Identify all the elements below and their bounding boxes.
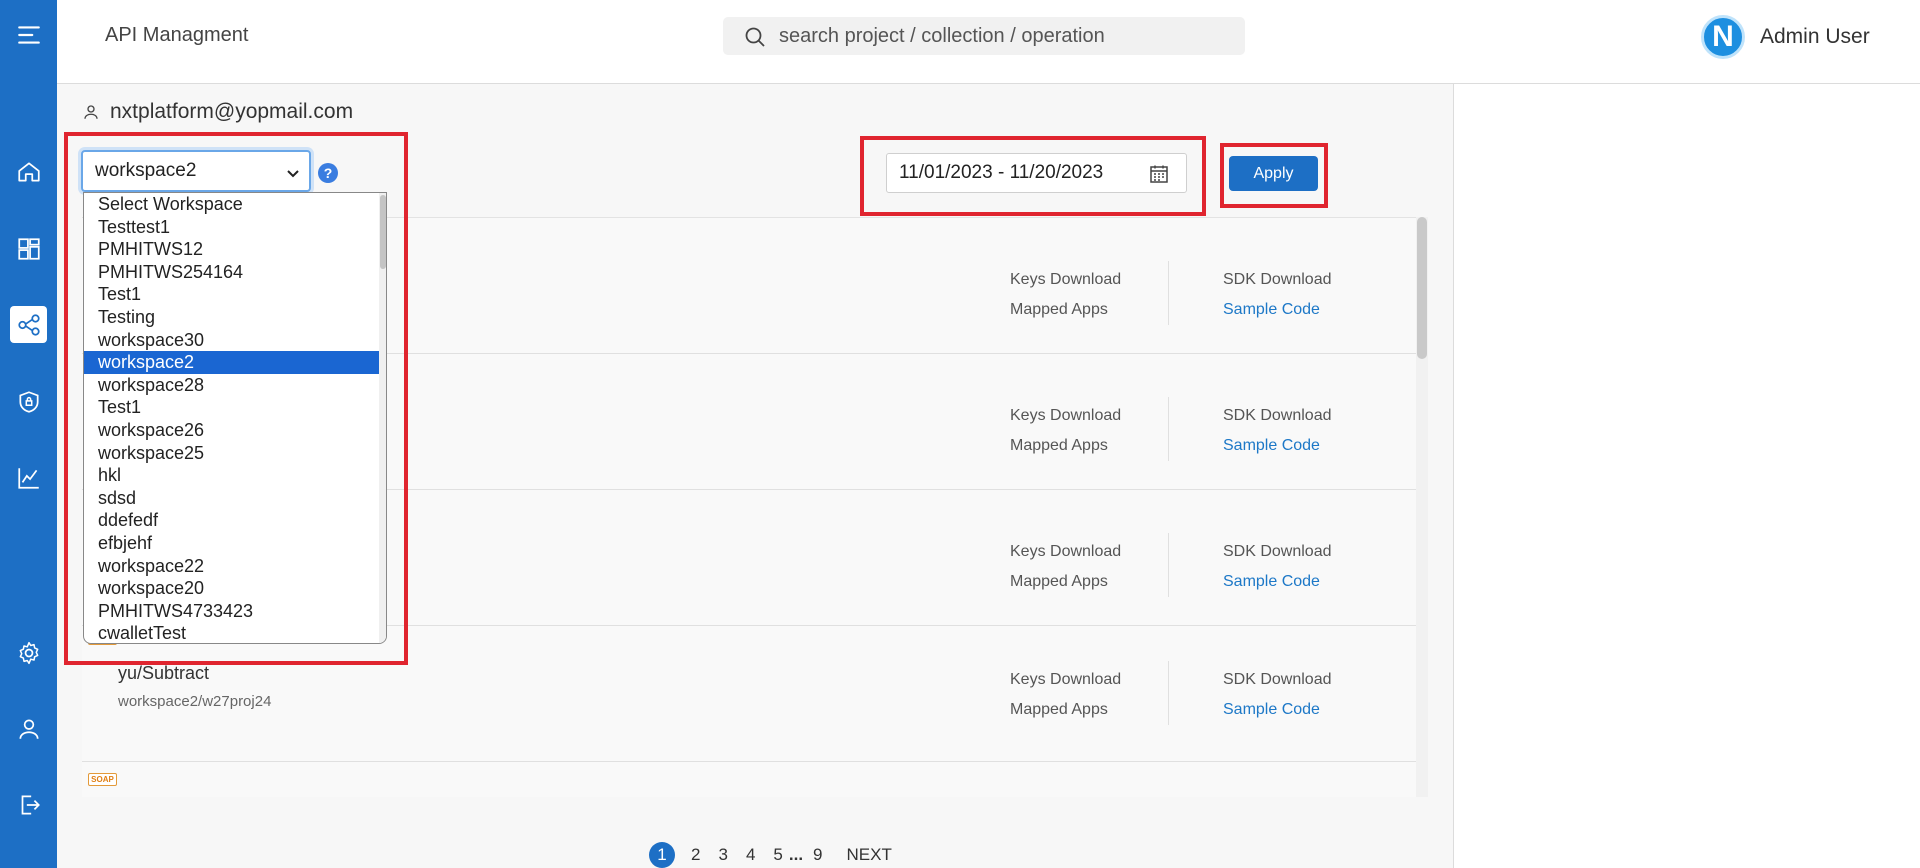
sdk-download-link[interactable]: SDK Download [1223,407,1332,425]
right-panel [1453,84,1920,868]
operation-path: workspace2/w27proj24 [118,693,272,710]
account-email-row: nxtplatform@yopmail.com [82,100,353,124]
mapped-apps-link[interactable]: Mapped Apps [1010,701,1108,719]
sidebar-item-home[interactable] [10,153,47,190]
dashboard-icon [17,237,40,260]
sample-code-link[interactable]: Sample Code [1223,701,1320,719]
sidebar-item-api[interactable] [10,306,47,343]
analytics-icon [17,467,39,489]
logout-icon [21,794,40,815]
mapped-apps-link[interactable]: Mapped Apps [1010,437,1108,455]
keys-download-link[interactable]: Keys Download [1010,671,1121,689]
page-9[interactable]: 9 [813,845,822,865]
avatar[interactable]: N [1701,15,1745,59]
mapped-apps-link[interactable]: Mapped Apps [1010,301,1108,319]
page-1[interactable]: 1 [649,842,675,868]
list-scrollbar-thumb[interactable] [1417,217,1427,359]
sample-code-link[interactable]: Sample Code [1223,573,1320,591]
mapped-apps-link[interactable]: Mapped Apps [1010,573,1108,591]
sample-code-link[interactable]: Sample Code [1223,301,1320,319]
account-email: nxtplatform@yopmail.com [110,100,354,123]
highlight-date-range [860,136,1206,216]
user-name[interactable]: Admin User [1760,25,1870,49]
sidebar [0,0,57,868]
sdk-download-link[interactable]: SDK Download [1223,671,1332,689]
sidebar-item-dashboard[interactable] [10,230,47,267]
home-icon [17,161,40,182]
page-5[interactable]: 5 [773,845,782,865]
sdk-download-link[interactable]: SDK Download [1223,271,1332,289]
sdk-download-link[interactable]: SDK Download [1223,543,1332,561]
page-3[interactable]: 3 [718,845,727,865]
settings-icon [19,641,38,664]
page-ellipsis: ... [788,845,804,864]
highlight-apply-button [1220,143,1328,208]
sidebar-item-logout[interactable] [10,786,47,823]
next-page-button[interactable]: NEXT [847,845,892,865]
divider [1168,661,1169,725]
keys-download-link[interactable]: Keys Download [1010,543,1121,561]
search-box[interactable] [723,17,1245,55]
sidebar-item-settings[interactable] [10,634,47,671]
sidebar-item-security[interactable] [10,383,47,420]
user-icon [18,718,39,739]
menu-icon [17,25,40,44]
menu-toggle-button[interactable] [10,16,47,53]
pagination: 1 2 3 4 5 ... 9 NEXT [649,842,910,868]
page-4[interactable]: 4 [746,845,755,865]
highlight-workspace-dropdown [64,132,408,665]
person-icon [84,105,98,119]
sample-code-link[interactable]: Sample Code [1223,437,1320,455]
sidebar-item-analytics[interactable] [10,459,47,496]
api-network-icon [17,313,40,336]
search-icon [745,27,765,47]
search-input[interactable] [779,17,1229,55]
divider [1168,261,1169,325]
app-title: API Managment [105,24,249,46]
divider [1168,397,1169,461]
sidebar-item-profile[interactable] [10,710,47,747]
operation-title[interactable]: yu/Subtract [118,663,209,684]
keys-download-link[interactable]: Keys Download [1010,407,1121,425]
soap-badge: SOAP [88,773,117,786]
divider [1168,533,1169,597]
page-2[interactable]: 2 [691,845,700,865]
keys-download-link[interactable]: Keys Download [1010,271,1121,289]
shield-icon [18,390,39,413]
top-bar: API Managment N Admin User [57,0,1920,84]
